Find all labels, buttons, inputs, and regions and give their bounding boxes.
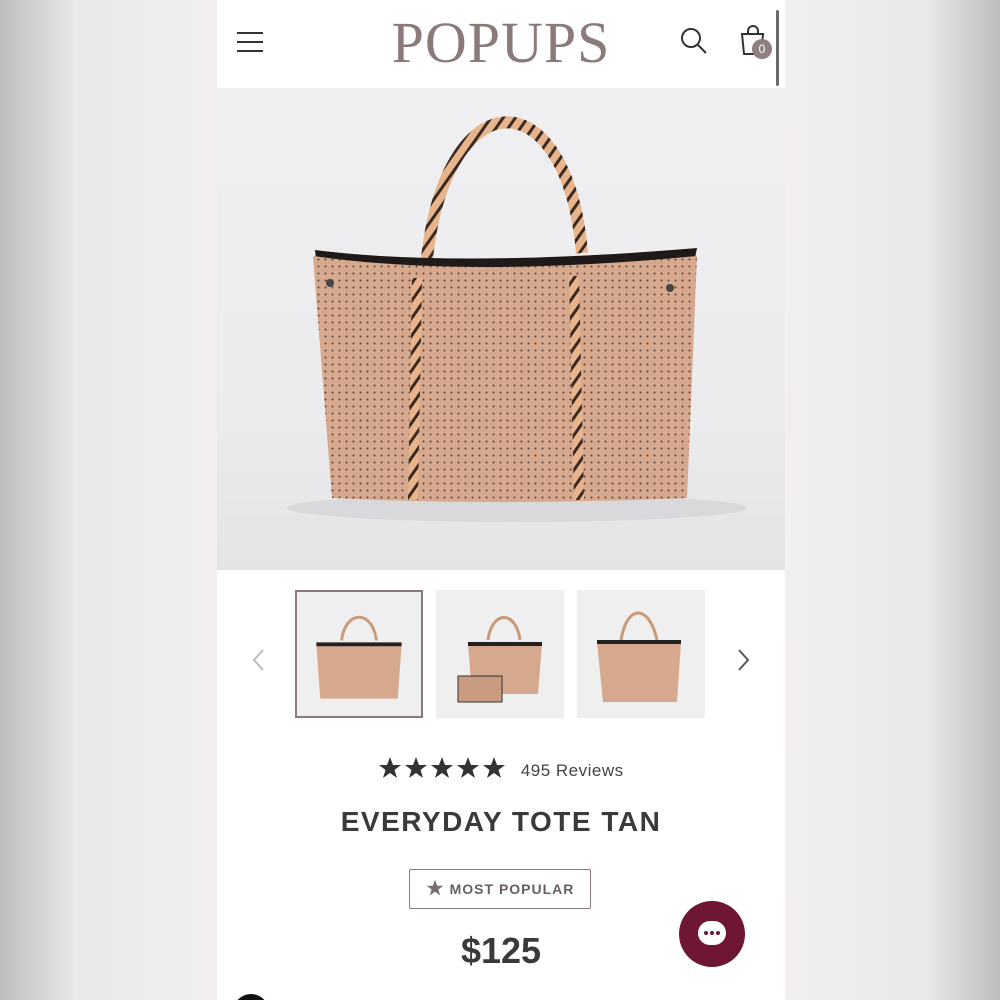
most-popular-badge: MOST POPULAR	[409, 869, 591, 909]
star-icon	[483, 757, 506, 778]
background-left	[0, 0, 217, 1000]
partial-icon[interactable]	[233, 994, 269, 1000]
chevron-left-icon[interactable]	[249, 648, 269, 672]
reviews-link[interactable]: 495 Reviews	[521, 761, 624, 781]
badge-label: MOST POPULAR	[449, 881, 575, 897]
tote-with-pouch-thumb	[457, 616, 542, 703]
site-header: POPUPS 0	[217, 0, 785, 88]
tote-front-thumb	[316, 615, 402, 699]
background-right	[785, 0, 1000, 1000]
star-icon	[379, 757, 402, 778]
thumbnail-3[interactable]	[577, 590, 705, 718]
star-icon	[431, 757, 454, 778]
mobile-page: POPUPS 0 495 Reviews EVERYDAY TOTE TAN M…	[217, 0, 785, 1000]
star-icon	[405, 757, 428, 778]
thumbnail-2[interactable]	[436, 590, 564, 718]
product-title: EVERYDAY TOTE TAN	[340, 806, 662, 837]
search-icon[interactable]	[679, 26, 709, 56]
gallery-thumbnails	[217, 590, 785, 720]
tote-bag-image	[287, 116, 747, 522]
scrollbar[interactable]	[776, 10, 779, 86]
cart-count-badge: 0	[752, 39, 772, 59]
chevron-right-icon[interactable]	[733, 648, 753, 672]
product-rating: 495 Reviews	[217, 756, 785, 786]
thumbnail-1[interactable]	[295, 590, 423, 718]
star-rating	[378, 756, 506, 785]
star-icon	[457, 757, 480, 778]
product-main-image[interactable]	[217, 88, 785, 570]
chat-button[interactable]	[679, 901, 745, 967]
chat-icon	[698, 921, 726, 945]
star-icon	[426, 879, 443, 896]
tote-side-thumb	[597, 611, 681, 702]
